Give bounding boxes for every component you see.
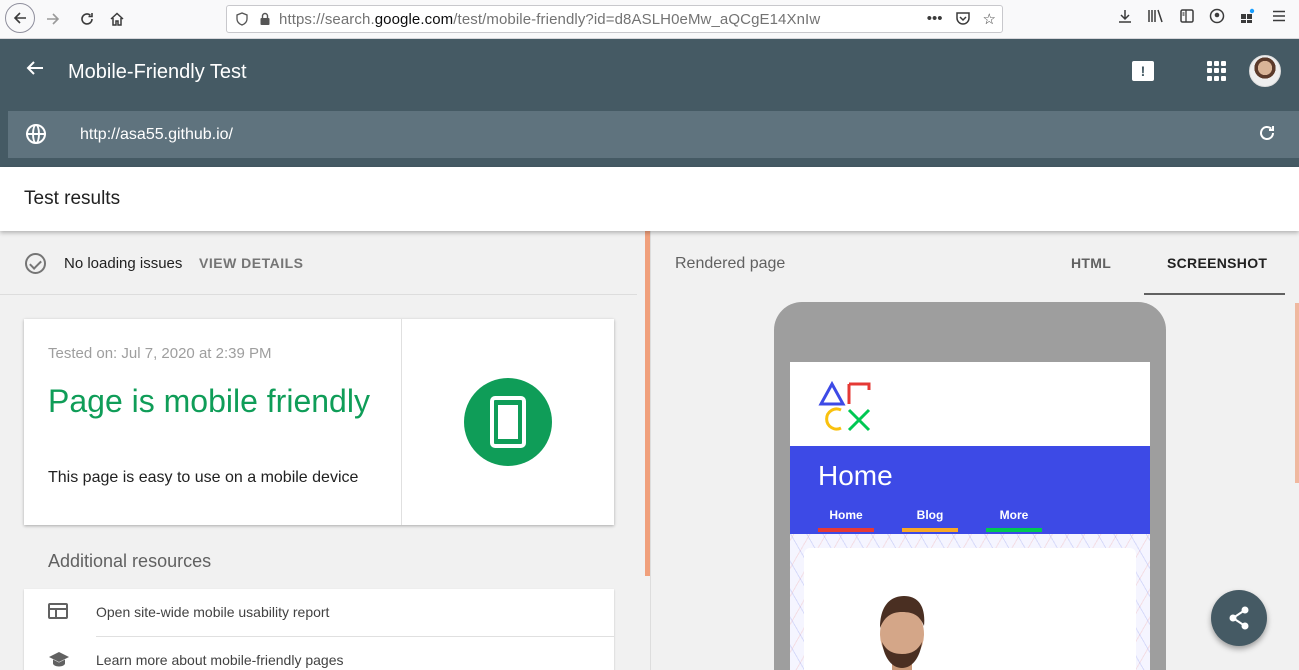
arrow-back-icon bbox=[26, 61, 43, 75]
profile-photo bbox=[880, 596, 925, 670]
avatar[interactable] bbox=[1249, 55, 1281, 87]
site-nav-label: Blog bbox=[916, 508, 944, 522]
download-icon[interactable] bbox=[1117, 8, 1133, 29]
lock-icon[interactable] bbox=[259, 12, 271, 26]
reload-icon bbox=[81, 13, 93, 25]
url-domain: google.com bbox=[374, 10, 454, 28]
extensions-icon[interactable] bbox=[1239, 8, 1257, 29]
library-icon[interactable] bbox=[1147, 8, 1165, 29]
site-nav-label: Home bbox=[829, 508, 863, 522]
site-nav-underline bbox=[986, 528, 1042, 532]
verdict-description: This page is easy to use on a mobile dev… bbox=[48, 469, 359, 486]
browser-forward-button[interactable] bbox=[38, 4, 68, 34]
site-nav-blog: Blog bbox=[902, 508, 958, 532]
resource-item-learn-more[interactable]: Learn more about mobile-friendly pages bbox=[24, 637, 614, 670]
card-divider bbox=[401, 319, 402, 525]
browser-tool-icons bbox=[1117, 8, 1287, 29]
tested-url-text: http://asa55.github.io/ bbox=[80, 126, 233, 143]
site-nav-more: More bbox=[986, 508, 1042, 532]
globe-icon bbox=[26, 124, 46, 144]
tested-url-field[interactable]: http://asa55.github.io/ bbox=[8, 111, 1299, 158]
share-icon bbox=[1229, 606, 1249, 630]
tested-on-text: Tested on: Jul 7, 2020 at 2:39 PM bbox=[48, 345, 272, 362]
url-suffix: /test/mobile-friendly?id=d8ASLH0eMw_aQCg… bbox=[453, 10, 821, 28]
browser-back-button[interactable] bbox=[5, 3, 35, 33]
home-icon bbox=[110, 12, 124, 26]
arrow-right-icon bbox=[47, 13, 60, 25]
rendered-screenshot: Home Home Blog More bbox=[790, 362, 1150, 670]
address-bar[interactable]: https://search.google.com/test/mobile-fr… bbox=[226, 5, 1003, 33]
arrow-left-icon bbox=[13, 12, 26, 24]
site-nav-underline bbox=[902, 528, 958, 532]
check-circle-icon bbox=[25, 253, 46, 274]
view-details-button[interactable]: VIEW DETAILS bbox=[199, 255, 304, 271]
mobile-friendly-badge bbox=[464, 378, 552, 466]
active-tab-indicator bbox=[1144, 293, 1285, 295]
apps-grid-icon[interactable] bbox=[1207, 61, 1227, 81]
sidebar-icon[interactable] bbox=[1179, 8, 1195, 29]
resources-list: Open site-wide mobile usability report L… bbox=[24, 589, 614, 670]
verdict-heading: Page is mobile friendly bbox=[48, 383, 370, 419]
rendered-page-label: Rendered page bbox=[675, 255, 786, 272]
site-logo bbox=[818, 380, 871, 432]
resource-item-usability-report[interactable]: Open site-wide mobile usability report bbox=[24, 589, 614, 637]
site-nav-label: More bbox=[999, 508, 1029, 522]
tab-html[interactable]: HTML bbox=[1071, 255, 1111, 271]
site-nav-home: Home bbox=[818, 508, 874, 532]
app-title: Mobile-Friendly Test bbox=[68, 61, 247, 83]
app-back-button[interactable] bbox=[24, 57, 46, 85]
right-panel-scrollbar[interactable] bbox=[1295, 303, 1299, 483]
address-url: https://search.google.com/test/mobile-fr… bbox=[279, 11, 820, 28]
address-bar-actions: ••• ☆ bbox=[927, 10, 996, 30]
report-icon bbox=[48, 603, 68, 619]
resource-label: Open site-wide mobile usability report bbox=[96, 604, 330, 620]
results-left-panel: No loading issues VIEW DETAILS Tested on… bbox=[0, 231, 646, 670]
account-icon[interactable] bbox=[1209, 8, 1225, 29]
site-hero: Home Home Blog More bbox=[790, 446, 1150, 534]
rerun-test-button[interactable] bbox=[1257, 123, 1277, 149]
url-prefix: https://search. bbox=[279, 10, 375, 28]
browser-home-button[interactable] bbox=[102, 4, 132, 34]
more-icon[interactable]: ••• bbox=[927, 10, 943, 30]
site-nav-underline bbox=[818, 528, 874, 532]
tab-screenshot[interactable]: SCREENSHOT bbox=[1167, 255, 1267, 271]
browser-toolbar: https://search.google.com/test/mobile-fr… bbox=[0, 0, 1299, 39]
results-title: Test results bbox=[24, 188, 121, 209]
bookmark-star-icon[interactable]: ☆ bbox=[983, 10, 996, 30]
feedback-icon[interactable]: ! bbox=[1132, 61, 1154, 81]
shield-icon[interactable] bbox=[235, 12, 249, 26]
pocket-icon[interactable] bbox=[955, 10, 971, 30]
browser-reload-button[interactable] bbox=[72, 4, 102, 34]
share-button[interactable] bbox=[1211, 590, 1267, 646]
menu-icon[interactable] bbox=[1271, 8, 1287, 29]
resources-heading: Additional resources bbox=[48, 551, 212, 571]
result-card: Tested on: Jul 7, 2020 at 2:39 PM Page i… bbox=[24, 319, 614, 525]
loading-status-row: No loading issues VIEW DETAILS bbox=[0, 231, 637, 295]
resource-label: Learn more about mobile-friendly pages bbox=[96, 652, 344, 668]
loading-status-text: No loading issues bbox=[64, 255, 183, 272]
app-header: Mobile-Friendly Test ! http://asa55.gith… bbox=[0, 39, 1299, 167]
refresh-icon bbox=[1260, 126, 1274, 140]
phone-frame: Home Home Blog More bbox=[774, 302, 1166, 670]
site-profile-card bbox=[804, 548, 1136, 670]
results-bar: Test results bbox=[0, 167, 1299, 231]
rendered-page-panel: Rendered page HTML SCREENSHOT Home Home … bbox=[650, 231, 1299, 670]
smartphone-icon bbox=[490, 396, 526, 448]
school-icon bbox=[48, 651, 70, 669]
site-home-title: Home bbox=[818, 460, 893, 491]
